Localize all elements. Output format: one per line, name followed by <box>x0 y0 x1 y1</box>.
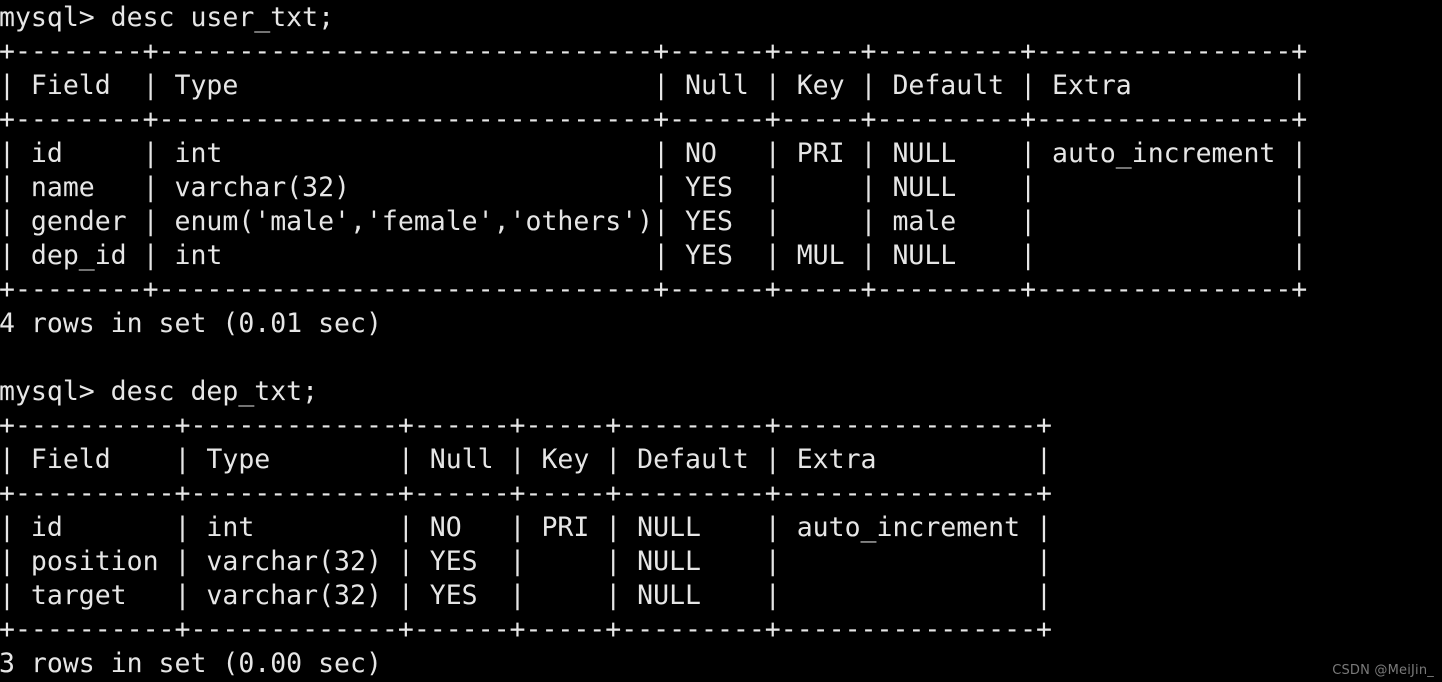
terminal-window[interactable]: mysql> desc user_txt; +--------+--------… <box>0 0 1442 682</box>
terminal-output: mysql> desc user_txt; +--------+--------… <box>0 2 1308 679</box>
csdn-watermark: CSDN @MeiJin_ <box>1332 663 1434 678</box>
